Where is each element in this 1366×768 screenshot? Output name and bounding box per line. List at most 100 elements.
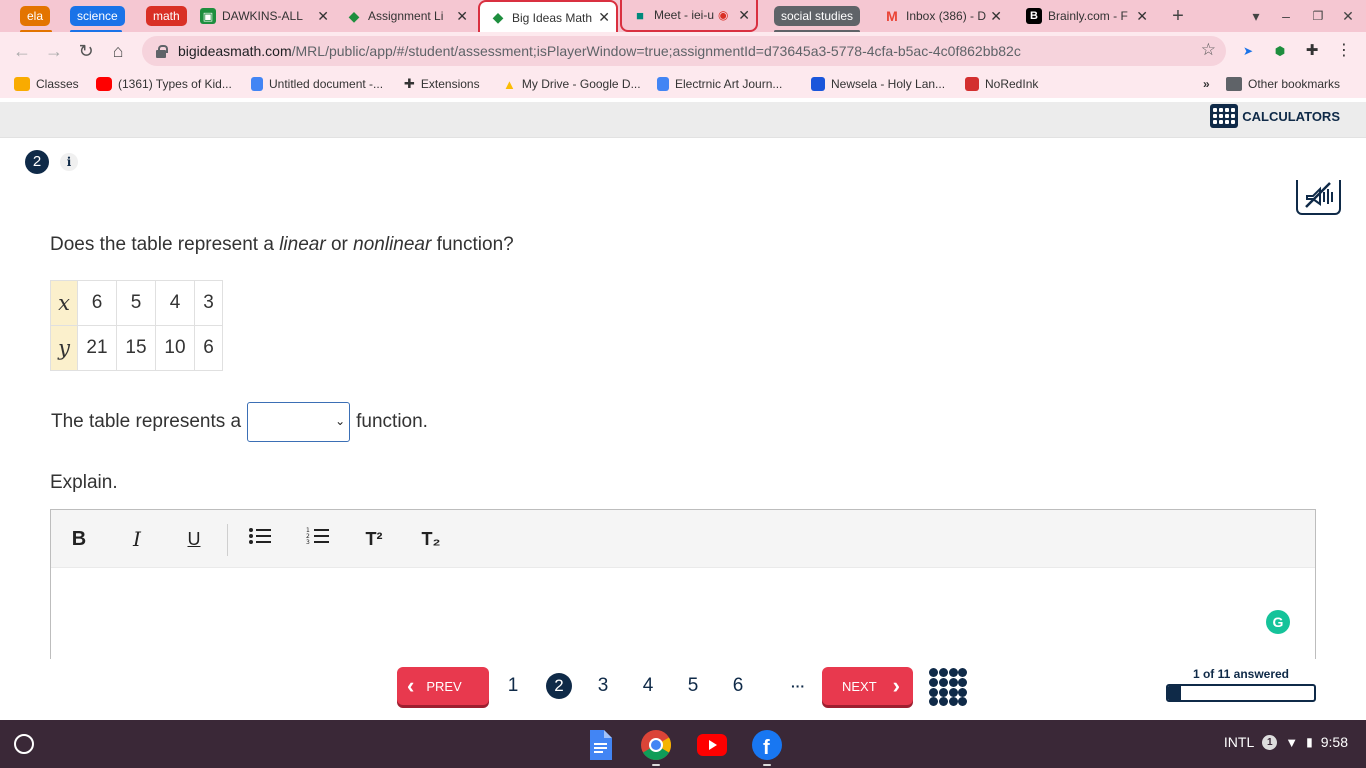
brainly-icon: B: [1026, 8, 1042, 24]
function-type-select[interactable]: ⌄: [247, 402, 351, 442]
extensions-puzzle-icon[interactable]: ✚: [1302, 41, 1322, 61]
bookmark-other[interactable]: Other bookmarks: [1226, 76, 1340, 92]
facebook-running-indicator: [763, 764, 771, 766]
info-icon[interactable]: i: [60, 153, 78, 171]
explain-label: Explain.: [50, 472, 118, 493]
italic-button[interactable]: I: [123, 526, 151, 552]
address-bar[interactable]: bigideasmath.com/MRL/public/app/#/studen…: [142, 36, 1226, 66]
more-pages-ellipsis[interactable]: ···: [785, 673, 811, 699]
tab-big-ideas-math[interactable]: ◆ Big Ideas Math ✕: [478, 0, 618, 33]
tab-group-social-studies[interactable]: social studies: [774, 6, 861, 26]
bookmark-label: Electrnic Art Journ...: [675, 77, 783, 91]
restore-button[interactable]: ❐: [1308, 6, 1328, 26]
chevron-left-icon: ‹: [407, 673, 415, 698]
bookmark-classes[interactable]: Classes: [14, 76, 79, 92]
toolbar-divider: [227, 524, 228, 556]
tab-title: Assignment Li: [368, 9, 444, 23]
subscript-button[interactable]: T₂: [417, 526, 445, 552]
launcher-icon[interactable]: [14, 734, 34, 754]
status-tray[interactable]: INTL 1 ▼ ▮ 9:58: [1224, 734, 1348, 750]
browser-menu-icon[interactable]: ⋮: [1334, 41, 1354, 61]
big-ideas-icon: ◆: [348, 7, 360, 24]
numbered-list-button[interactable]: 1 2 3: [304, 526, 332, 552]
row-header-y: y: [50, 325, 78, 371]
bookmark-untitled-doc[interactable]: Untitled document -...: [251, 76, 383, 92]
next-button[interactable]: NEXT ›: [822, 667, 913, 705]
close-icon[interactable]: ✕: [990, 8, 1002, 25]
close-icon[interactable]: ✕: [1136, 8, 1148, 25]
underline-button[interactable]: U: [180, 526, 208, 552]
progress-label: 1 of 11 answered: [1192, 667, 1290, 681]
url-path: /MRL/public/app/#/student/assessment;isP…: [291, 43, 1021, 59]
folder-icon: [1226, 77, 1242, 91]
bookmark-label: Newsela - Holy Lan...: [831, 77, 946, 91]
superscript-button[interactable]: T²: [360, 526, 388, 552]
extension-shield-icon[interactable]: ⬢: [1270, 41, 1290, 61]
close-icon[interactable]: ✕: [738, 7, 750, 24]
docs-app-icon[interactable]: [584, 729, 616, 761]
bookmarks-bar: Classes (1361) Types of Kid... Untitled …: [0, 70, 1366, 98]
bookmark-art-journal[interactable]: Electrnic Art Journ...: [657, 76, 782, 92]
close-icon[interactable]: ✕: [317, 8, 329, 25]
close-icon[interactable]: ✕: [598, 9, 610, 26]
answer-sentence: The table represents a ⌄ function.: [51, 402, 428, 442]
page-1-button[interactable]: 1: [500, 673, 526, 699]
audio-off-button[interactable]: [1296, 180, 1341, 215]
bookmarks-overflow-icon[interactable]: »: [1203, 76, 1210, 92]
back-button[interactable]: ←: [11, 40, 33, 62]
extension-arrow-icon[interactable]: ➤: [1238, 41, 1258, 61]
bookmark-noredink[interactable]: NoRedInk: [965, 76, 1038, 92]
page-6-button[interactable]: 6: [725, 673, 751, 699]
tab-inbox[interactable]: M Inbox (386) - D ✕: [884, 0, 1008, 32]
calculators-button[interactable]: CALCULATORS: [1210, 104, 1340, 128]
prev-button[interactable]: ‹ PREV: [397, 667, 489, 705]
tab-search-icon[interactable]: ▾: [1246, 6, 1266, 26]
question-emphasis-nonlinear: nonlinear: [353, 234, 432, 255]
page-2-button[interactable]: 2: [546, 673, 572, 699]
question-pager: ‹ PREV 1 2 3 4 5 6 ··· NEXT › 1 of 11 an…: [0, 659, 1366, 720]
tab-brainly[interactable]: B Brainly.com - F ✕: [1026, 0, 1154, 32]
question-text: Does the table represent a linear or non…: [50, 234, 514, 256]
table-cell: 5: [116, 280, 156, 326]
tab-group-math[interactable]: math: [146, 6, 187, 26]
page-4-button[interactable]: 4: [635, 673, 661, 699]
bookmark-newsela[interactable]: Newsela - Holy Lan...: [811, 76, 945, 92]
tab-group-ela[interactable]: ela: [20, 6, 51, 26]
row-header-x: x: [50, 280, 78, 326]
recording-icon: ◉: [718, 8, 729, 22]
bookmark-youtube[interactable]: (1361) Types of Kid...: [96, 76, 232, 92]
close-icon[interactable]: ✕: [456, 8, 468, 25]
bookmark-star-icon[interactable]: ☆: [1201, 40, 1216, 60]
new-tab-button[interactable]: +: [1168, 6, 1188, 26]
minimize-button[interactable]: –: [1276, 6, 1296, 26]
grammarly-icon[interactable]: G: [1266, 610, 1290, 634]
home-button[interactable]: ⌂: [107, 40, 129, 62]
tab-group-science[interactable]: science: [70, 6, 125, 26]
forward-button[interactable]: →: [43, 40, 65, 62]
chrome-icon: [641, 730, 672, 761]
youtube-app-icon[interactable]: [696, 729, 728, 761]
all-questions-grid-icon[interactable]: [929, 668, 967, 706]
bookmark-extensions[interactable]: ✚ Extensions: [404, 76, 480, 92]
editor-toolbar: B I U 1 2 3 T² T₂: [51, 510, 1315, 568]
bulleted-list-icon: [249, 528, 271, 544]
bookmark-my-drive[interactable]: ▲ My Drive - Google D...: [503, 76, 641, 92]
page-5-button[interactable]: 5: [680, 673, 706, 699]
explanation-editor[interactable]: B I U 1 2 3 T² T₂ G: [50, 509, 1316, 659]
facebook-app-icon[interactable]: f: [751, 729, 783, 761]
bookmark-label: (1361) Types of Kid...: [118, 77, 232, 91]
bold-button[interactable]: B: [65, 526, 93, 552]
close-window-button[interactable]: ✕: [1338, 6, 1358, 26]
meet-icon: ■: [636, 7, 644, 23]
question-emphasis-linear: linear: [279, 234, 326, 255]
bulleted-list-button[interactable]: [246, 526, 274, 552]
youtube-icon: [96, 77, 112, 91]
tab-meet[interactable]: ■ Meet - iei-u ◉ ✕: [620, 0, 758, 32]
reload-button[interactable]: ↻: [75, 40, 97, 62]
tab-dawkins[interactable]: ▣ DAWKINS-ALL ✕: [200, 0, 335, 32]
tab-assignment[interactable]: ◆ Assignment Li ✕: [346, 0, 474, 32]
page-3-button[interactable]: 3: [590, 673, 616, 699]
tab-title: DAWKINS-ALL: [222, 9, 303, 23]
question-text-part: or: [325, 234, 354, 255]
chrome-app-icon[interactable]: [640, 729, 672, 761]
